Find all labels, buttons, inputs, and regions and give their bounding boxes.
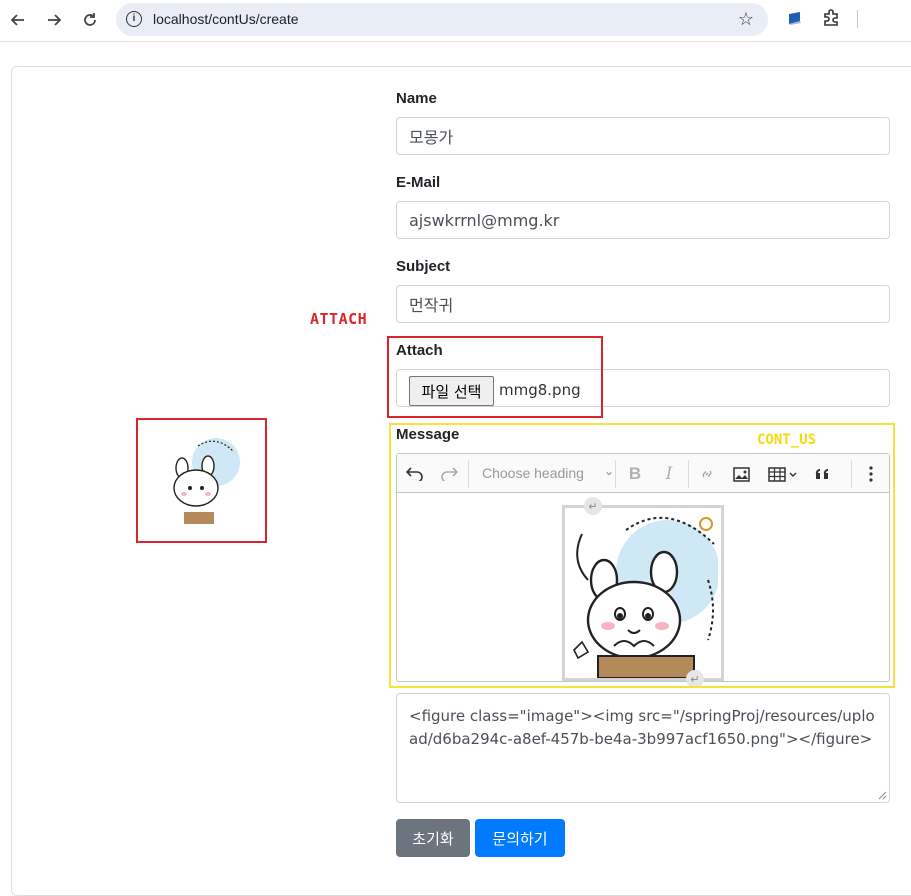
forward-arrow-icon[interactable] — [42, 8, 66, 32]
email-label: E-Mail — [396, 174, 441, 191]
bookmark-star-icon[interactable]: ☆ — [738, 9, 754, 30]
attach-annotation: ATTACH — [310, 310, 368, 328]
email-input[interactable]: ajswkrrnl@mmg.kr — [396, 201, 890, 239]
attach-highlight-box — [387, 336, 603, 418]
browser-toolbar: i localhost/contUs/create ☆ — [0, 0, 911, 42]
preview-image — [168, 438, 244, 524]
url-text[interactable]: localhost/contUs/create — [153, 11, 299, 27]
reset-button[interactable]: 초기화 — [396, 819, 470, 857]
subject-input[interactable]: 먼작귀 — [396, 285, 890, 323]
resize-grip-icon[interactable] — [877, 790, 887, 800]
name-input[interactable]: 모몽가 — [396, 117, 890, 155]
back-arrow-icon[interactable] — [6, 8, 30, 32]
message-source-textarea[interactable]: <figure class="image"><img src="/springP… — [396, 693, 890, 803]
subject-label: Subject — [396, 258, 451, 275]
toolbar-divider — [857, 10, 858, 28]
site-info-icon[interactable]: i — [126, 11, 142, 27]
name-label: Name — [396, 90, 437, 107]
message-source-text: <figure class="image"><img src="/springP… — [409, 707, 875, 748]
address-bar[interactable]: i localhost/contUs/create ☆ — [116, 3, 768, 36]
attach-preview — [136, 418, 267, 543]
submit-inquiry-button[interactable]: 문의하기 — [475, 819, 565, 857]
extension-icon[interactable] — [787, 10, 803, 26]
puzzle-icon[interactable] — [822, 9, 840, 27]
content-highlight-box — [389, 423, 895, 688]
reload-icon[interactable] — [78, 8, 102, 32]
